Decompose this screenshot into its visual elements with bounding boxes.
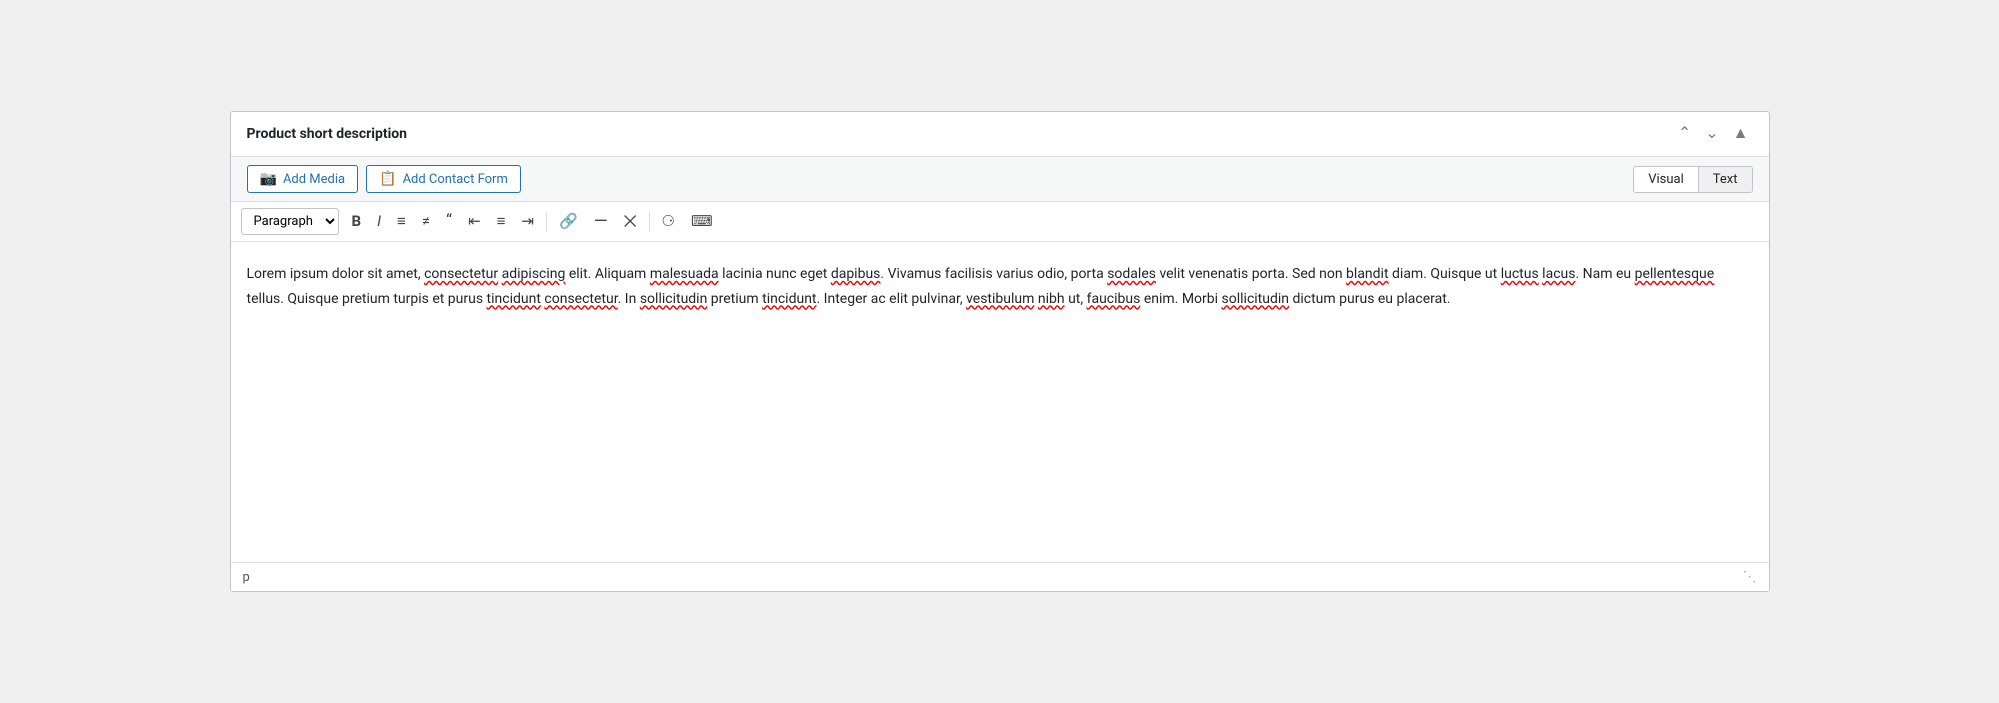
keyboard-button[interactable]: ⌨ xyxy=(684,210,720,233)
align-right-icon: ⇥ xyxy=(521,212,534,230)
editor-content: Lorem ipsum dolor sit amet, consectetur … xyxy=(247,262,1753,311)
align-center-icon: ≡ xyxy=(497,212,506,230)
format-toolbar: Paragraph Heading 1 Heading 2 Heading 3 … xyxy=(231,202,1769,242)
text-view-button[interactable]: Text xyxy=(1699,167,1752,192)
ol-button[interactable]: ≠ xyxy=(415,210,437,233)
view-toggle: Visual Text xyxy=(1633,166,1752,193)
bold-button[interactable]: B xyxy=(345,210,369,233)
keyboard-icon: ⌨ xyxy=(691,212,713,230)
add-media-icon: 📷 xyxy=(260,171,277,187)
paragraph-select[interactable]: Paragraph Heading 1 Heading 2 Heading 3 xyxy=(241,208,339,235)
contact-form-icon: 📋 xyxy=(379,171,396,187)
toolbar-row: 📷 Add Media 📋 Add Contact Form Visual Te… xyxy=(231,157,1769,202)
align-right-button[interactable]: ⇥ xyxy=(514,210,541,233)
editor-footer: p ⋱ xyxy=(231,562,1769,591)
align-left-icon: ⇤ xyxy=(468,212,481,230)
hr-button[interactable]: ― xyxy=(587,209,615,235)
table-button[interactable]: ⚆ xyxy=(655,210,682,233)
bold-icon: B xyxy=(352,212,362,230)
hr-icon: ― xyxy=(594,211,608,232)
blockquote-button[interactable]: “ xyxy=(439,209,459,234)
editor-header: Product short description ⌃ ⌄ ▲ xyxy=(231,112,1769,157)
fullscreen-icon: ⨉ xyxy=(624,212,637,231)
toolbar-left: 📷 Add Media 📋 Add Contact Form xyxy=(247,165,521,193)
editor-panel: Product short description ⌃ ⌄ ▲ 📷 Add Me… xyxy=(230,111,1770,592)
toolbar-separator-2 xyxy=(649,212,650,232)
add-media-button[interactable]: 📷 Add Media xyxy=(247,165,359,193)
toolbar-separator-1 xyxy=(546,212,547,232)
ul-icon: ≡ xyxy=(397,212,406,230)
add-media-label: Add Media xyxy=(283,172,345,187)
fullscreen-button[interactable]: ⨉ xyxy=(617,210,644,234)
editor-title: Product short description xyxy=(247,126,408,142)
resize-handle[interactable]: ⋱ xyxy=(1743,569,1757,585)
add-contact-label: Add Contact Form xyxy=(403,172,508,187)
ol-icon: ≠ xyxy=(422,212,430,230)
add-contact-form-button[interactable]: 📋 Add Contact Form xyxy=(366,165,521,193)
collapse-up-button[interactable]: ⌃ xyxy=(1674,124,1695,144)
link-button[interactable]: 🔗 xyxy=(552,210,585,233)
close-panel-button[interactable]: ▲ xyxy=(1729,124,1753,144)
ul-button[interactable]: ≡ xyxy=(390,210,413,233)
quote-icon: “ xyxy=(446,211,452,231)
align-left-button[interactable]: ⇤ xyxy=(461,210,488,233)
visual-view-button[interactable]: Visual xyxy=(1634,167,1699,192)
align-center-button[interactable]: ≡ xyxy=(490,210,513,233)
collapse-down-button[interactable]: ⌄ xyxy=(1701,124,1722,144)
header-controls: ⌃ ⌄ ▲ xyxy=(1674,124,1753,144)
italic-button[interactable]: I xyxy=(370,210,388,233)
link-icon: 🔗 xyxy=(559,212,578,230)
editor-body[interactable]: Lorem ipsum dolor sit amet, consectetur … xyxy=(231,242,1769,562)
italic-icon: I xyxy=(377,212,381,230)
table-icon: ⚆ xyxy=(662,212,675,230)
path-label: p xyxy=(243,570,250,585)
